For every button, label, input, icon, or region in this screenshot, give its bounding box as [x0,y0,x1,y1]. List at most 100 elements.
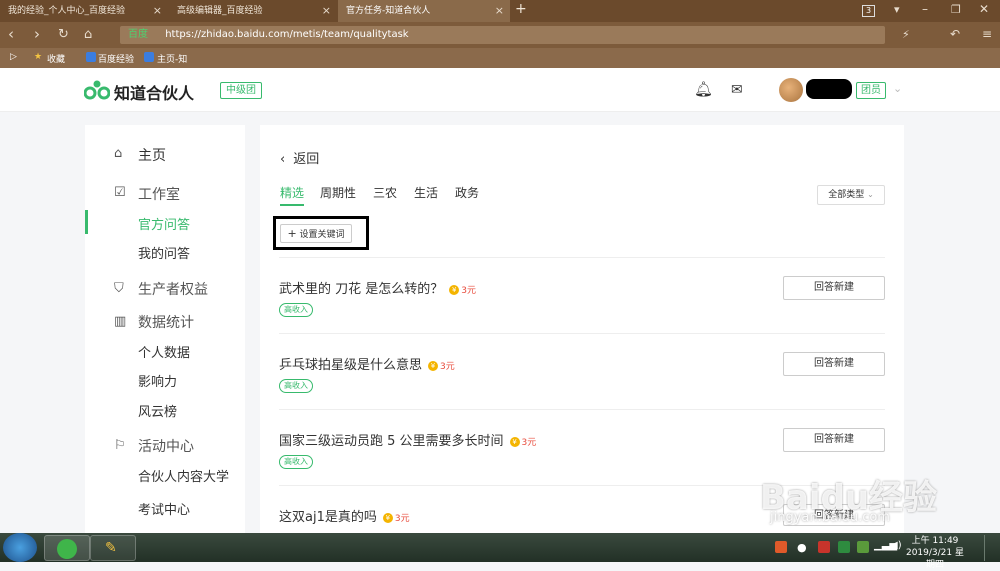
home-icon[interactable]: ⌂ [84,27,92,42]
clock-time: 上午 11:49 [911,536,959,546]
chevron-down-icon[interactable]: ⌄ [893,82,902,95]
avatar[interactable] [779,78,803,102]
logo-text[interactable]: 知道合伙人 [114,80,194,104]
sidebar-item-data-stats[interactable]: 数据统计 [138,312,194,332]
answer-button[interactable]: 回答新建 [783,352,885,376]
answer-button[interactable]: 回答新建 [783,276,885,300]
plus-icon: + [287,227,297,240]
sidebar-item-home[interactable]: 主页 [138,145,166,165]
tab-count-badge[interactable]: 3 [862,5,876,17]
address-bar: ‹ › ↻ ⌂ 百度 https://zhidao.baidu.com/meti… [0,22,1000,48]
reward-amount: 3元 [394,514,410,524]
start-button[interactable] [3,533,37,562]
tab-periodic[interactable]: 周期性 [320,184,356,201]
level-badge: 中级团 [220,82,262,99]
volume-icon[interactable]: ◀) [890,540,902,551]
question-text: 乒乓球拍星级是什么意思 [279,358,423,373]
bookmark-jingyan[interactable]: 百度经验 [98,52,134,65]
type-select-value: 全部类型 [828,190,865,200]
browser-tab[interactable]: 我的经验_个人中心_百度经验 × [0,0,168,22]
show-desktop-button[interactable] [984,535,998,561]
home-icon: ⌂ [114,146,123,161]
username-redacted[interactable] [806,79,852,99]
sidebar-item-exam-center[interactable]: 考试中心 [138,499,190,518]
question-text: 武术里的 刀花 是怎么转的？ [279,282,444,297]
url-text: https://zhidao.baidu.com/metis/team/qual… [165,29,409,40]
coin-icon: ¥ [449,284,460,295]
type-select[interactable]: 全部类型 ⌄ [817,185,885,205]
browser-tab[interactable]: 高级编辑器_百度经验 × [169,0,337,22]
shirt-icon[interactable]: ▾ [894,3,900,16]
question-title[interactable]: 国家三级运动员跑 5 公里需要多长时间 ¥3元 [279,430,536,449]
question-text: 国家三级运动员跑 5 公里需要多长时间 [279,434,504,449]
sidebar-item-producer-rights[interactable]: 生产者权益 [138,279,208,299]
close-icon[interactable]: × [495,0,504,22]
sidebar-item-personal-data[interactable]: 个人数据 [138,342,190,361]
tab-featured[interactable]: 精选 [280,184,304,201]
reward-amount: 3元 [461,286,476,296]
mail-icon[interactable]: ✉ [731,82,743,98]
undo-icon[interactable]: ↶ [950,27,960,41]
minimize-icon[interactable]: – [922,2,928,16]
question-title[interactable]: 乒乓球拍星级是什么意思 ¥3元 [279,354,455,373]
tray-app-icon[interactable] [838,541,850,553]
reward-amount: 3元 [521,438,537,448]
secure-label: 百度 [128,29,148,40]
paw-icon [86,52,96,62]
active-indicator [85,210,88,234]
menu-icon[interactable]: ≡ [982,27,992,41]
tab-agriculture[interactable]: 三农 [373,184,397,201]
system-clock[interactable]: 上午 11:49 2019/3/21 星期四 [905,535,965,571]
lightning-icon[interactable]: ⚡ [902,28,910,41]
close-window-icon[interactable]: ✕ [979,2,989,16]
browser-tab-active[interactable]: 官方任务-知道合伙人 × [338,0,510,22]
watermark-url: jingyan.baidu.com [770,510,890,525]
paw-icon [144,52,154,62]
question-title[interactable]: 武术里的 刀花 是怎么转的？ ¥3元 [279,278,476,297]
maximize-icon[interactable]: ❐ [951,3,961,16]
refresh-icon[interactable]: ↻ [58,27,69,42]
back-button[interactable]: ‹ 返回 [280,148,319,167]
clock-date: 2019/3/21 星期四 [905,548,964,570]
set-keyword-button[interactable]: + 设置关键词 [280,224,352,243]
tab-life[interactable]: 生活 [414,184,438,201]
tray-app-icon[interactable] [818,541,830,553]
sidebar-item-activity-center[interactable]: 活动中心 [138,436,194,456]
sidebar-item-my-qa[interactable]: 我的问答 [138,243,190,262]
tray-app-icon[interactable] [857,541,869,553]
new-tab-button[interactable]: + [515,1,527,17]
forward-arrow-icon[interactable]: › [34,25,40,43]
chevron-down-icon: ⌄ [867,190,874,199]
sidebar-item-official-qa[interactable]: 官方问答 [138,214,190,233]
answer-button[interactable]: 回答新建 [783,428,885,452]
browser-tab-label: 我的经验_个人中心_百度经验 [8,6,126,16]
close-icon[interactable]: × [153,0,162,22]
bell-icon[interactable]: 🔔︎ [694,80,713,98]
question-text: 这双aj1是真的吗 [279,510,377,525]
role-badge: 团员 [856,82,886,99]
logo-icon[interactable] [84,80,110,100]
tray-app-icon[interactable] [775,541,787,553]
bookmark-favorites[interactable]: 收藏 [47,52,65,65]
tray-penguin-icon[interactable]: ● [797,541,807,554]
back-arrow-icon[interactable]: ‹ [8,25,14,43]
taskbar-browser-app[interactable] [44,535,90,561]
tab-government[interactable]: 政务 [455,184,479,201]
back-label: 返回 [293,152,320,167]
browser-tab-label: 高级编辑器_百度经验 [177,6,263,16]
sidebar-item-partner-university[interactable]: 合伙人内容大学 [138,466,229,485]
question-title[interactable]: 这双aj1是真的吗 ¥3元 [279,506,410,525]
coin-icon: ¥ [382,512,393,523]
taskbar-paint-app[interactable]: ✎ [90,535,136,561]
sidebar-item-workroom[interactable]: 工作室 [138,184,180,204]
url-field[interactable]: 百度 https://zhidao.baidu.com/metis/team/q… [120,26,885,44]
sidebar-toggle-icon[interactable]: ▷ [10,52,17,62]
income-tag: 高收入 [279,455,313,469]
sidebar-item-influence[interactable]: 影响力 [138,371,177,390]
coin-icon: ¥ [509,436,520,447]
coin-icon: ¥ [428,360,439,371]
bookmark-homepage[interactable]: 主页-知 [157,52,187,65]
browser-icon [57,539,77,559]
close-icon[interactable]: × [322,0,331,22]
sidebar-item-ranking[interactable]: 风云榜 [138,401,177,420]
